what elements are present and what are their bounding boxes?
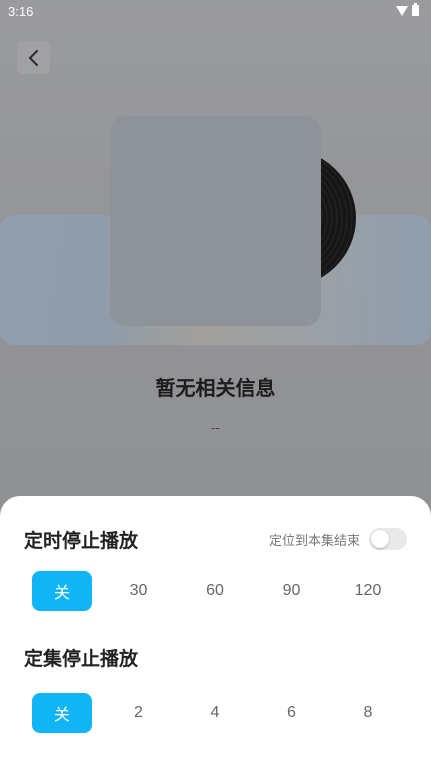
episode-option-off[interactable]: 关 <box>32 693 92 733</box>
battery-icon <box>412 3 419 16</box>
minute-option-90[interactable]: 90 <box>262 571 322 611</box>
album-cover <box>110 116 321 326</box>
episode-option-2[interactable]: 2 <box>109 693 169 733</box>
minute-option-off[interactable]: 关 <box>32 571 92 611</box>
episode-options: 关 2 4 6 8 <box>32 693 400 733</box>
locate-end-toggle[interactable] <box>369 528 407 550</box>
status-time: 3:16 <box>8 4 34 19</box>
minute-option-60[interactable]: 60 <box>185 571 245 611</box>
chevron-left-icon <box>28 49 38 66</box>
minute-option-30[interactable]: 30 <box>109 571 169 611</box>
track-subtitle: -- <box>211 421 220 435</box>
status-bar: 3:16 <box>0 0 431 24</box>
status-icons <box>396 3 419 16</box>
episode-option-4[interactable]: 4 <box>185 693 245 733</box>
timer-section-title: 定时停止播放 <box>24 530 139 552</box>
sleep-timer-sheet: 定时停止播放 定位到本集结束 关 30 60 90 120 定集停止播放 关 2… <box>0 496 431 767</box>
toggle-knob <box>371 530 389 548</box>
episode-option-8[interactable]: 8 <box>338 693 398 733</box>
episode-section-title: 定集停止播放 <box>24 648 139 670</box>
minute-options: 关 30 60 90 120 <box>32 571 400 611</box>
episode-option-6[interactable]: 6 <box>262 693 322 733</box>
minute-option-120[interactable]: 120 <box>338 571 398 611</box>
track-title: 暂无相关信息 <box>155 376 276 400</box>
locate-end-label: 定位到本集结束 <box>268 534 360 549</box>
back-button[interactable] <box>17 41 50 74</box>
wifi-icon <box>396 5 408 16</box>
